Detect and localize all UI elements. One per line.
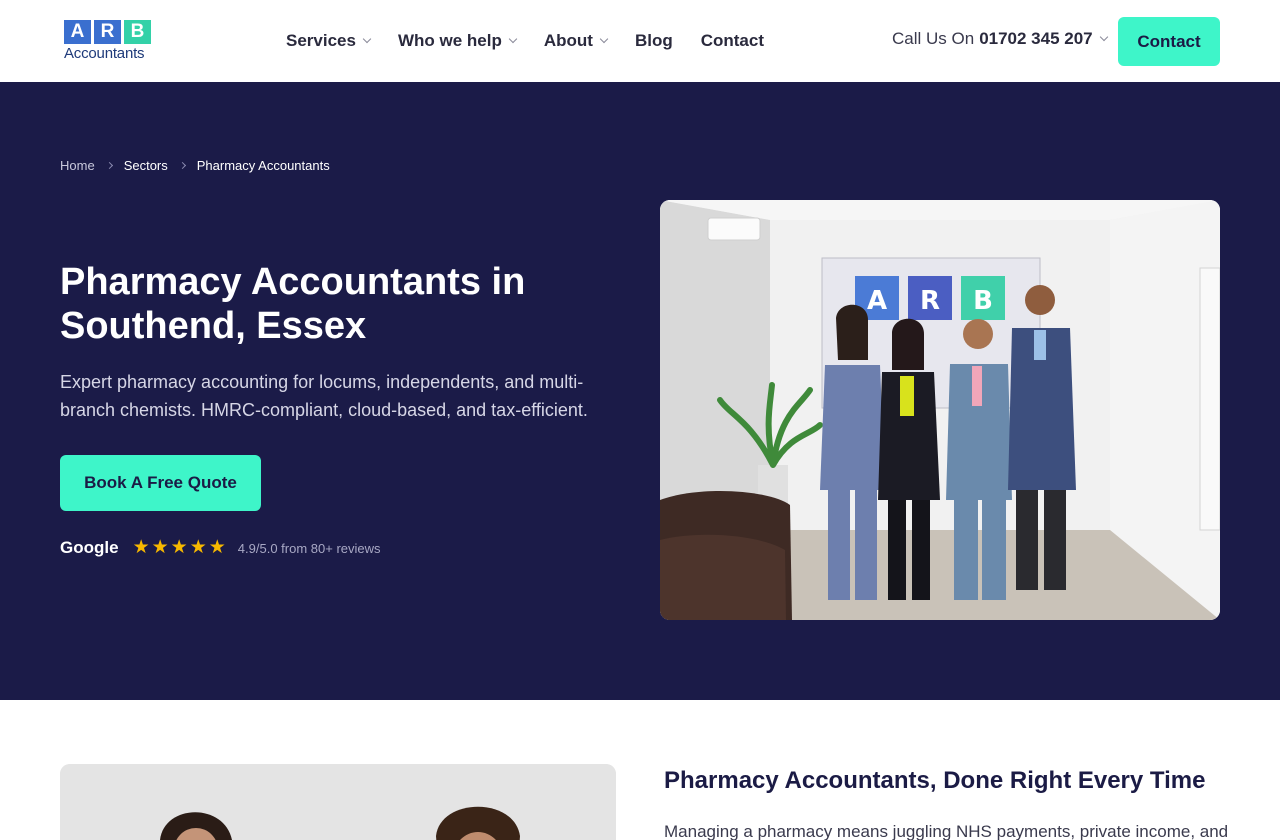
hero-subtitle: Expert pharmacy accounting for locums, i… (60, 372, 588, 420)
chevron-down-icon (362, 34, 372, 44)
main-nav: Services Who we help About Blog Contact (286, 28, 792, 54)
arb-accountants-logo[interactable]: A R B Accountants (64, 20, 156, 64)
breadcrumb-home[interactable]: Home (60, 158, 95, 173)
book-free-quote-button[interactable]: Book A Free Quote (60, 455, 261, 511)
logo-wordmark: Accountants (64, 45, 145, 62)
nav-label: Blog (634, 31, 673, 50)
google-reviews[interactable]: Google ★ ★ ★ ★ ★ 4.9/5.0 from 80+ review… (60, 538, 381, 558)
nav-item-contact[interactable]: Contact (701, 31, 764, 51)
nav-item-services[interactable]: Services (286, 31, 372, 51)
logo-letter-r: R (94, 20, 121, 44)
svg-text:B: B (973, 286, 993, 316)
star-icon: ★ (170, 537, 188, 558)
hero-section: Home Sectors Pharmacy Accountants Pharma… (0, 82, 1280, 700)
section-title: Pharmacy Accountants, Done Right Every T… (664, 767, 1206, 794)
review-summary: 4.9/5.0 from 80+ reviews (237, 540, 381, 556)
nav-label: About (543, 31, 593, 50)
chevron-down-icon (599, 34, 609, 44)
nav-label: Contact (700, 31, 764, 50)
consultation-photo-illustration (60, 764, 616, 840)
nav-item-about[interactable]: About (543, 31, 609, 51)
nav-label: Who we help (397, 31, 502, 50)
chevron-right-icon (178, 161, 186, 170)
site-header: A R B Accountants Services Who we help A… (0, 0, 1280, 82)
consultation-photo (60, 764, 616, 840)
team-photo-illustration: A R B (660, 200, 1220, 620)
chevron-down-icon (1099, 32, 1108, 42)
nav-label: Services (286, 31, 356, 50)
logo-letter-boxes: A R B (64, 20, 156, 44)
call-prefix: Call Us On (892, 29, 975, 48)
call-us-dropdown[interactable]: Call Us On 01702 345 207 (892, 29, 1108, 49)
section-body: Managing a pharmacy means juggling NHS p… (664, 822, 1229, 840)
nav-item-blog[interactable]: Blog (635, 31, 673, 51)
chevron-right-icon (105, 161, 113, 170)
phone-number: 01702 345 207 (979, 29, 1093, 48)
logo-letter-b: B (124, 20, 151, 44)
svg-text:A: A (867, 286, 887, 316)
breadcrumb-sectors[interactable]: Sectors (124, 158, 168, 173)
star-icon: ★ (208, 537, 226, 558)
rating-stars: ★ ★ ★ ★ ★ (133, 538, 226, 558)
chevron-down-icon (508, 34, 518, 44)
logo-letter-a: A (64, 20, 91, 44)
nav-item-who-we-help[interactable]: Who we help (397, 31, 518, 51)
header-contact-button[interactable]: Contact (1118, 17, 1220, 66)
star-icon: ★ (189, 537, 207, 558)
page-title: Pharmacy Accountants in Southend, Essex (60, 261, 526, 347)
team-photo: A R B (660, 200, 1220, 620)
svg-text:R: R (920, 286, 940, 316)
google-label: Google (60, 538, 119, 557)
breadcrumb-current: Pharmacy Accountants (196, 158, 330, 173)
star-icon: ★ (132, 537, 150, 558)
star-icon: ★ (151, 537, 169, 558)
breadcrumb: Home Sectors Pharmacy Accountants (60, 158, 330, 173)
